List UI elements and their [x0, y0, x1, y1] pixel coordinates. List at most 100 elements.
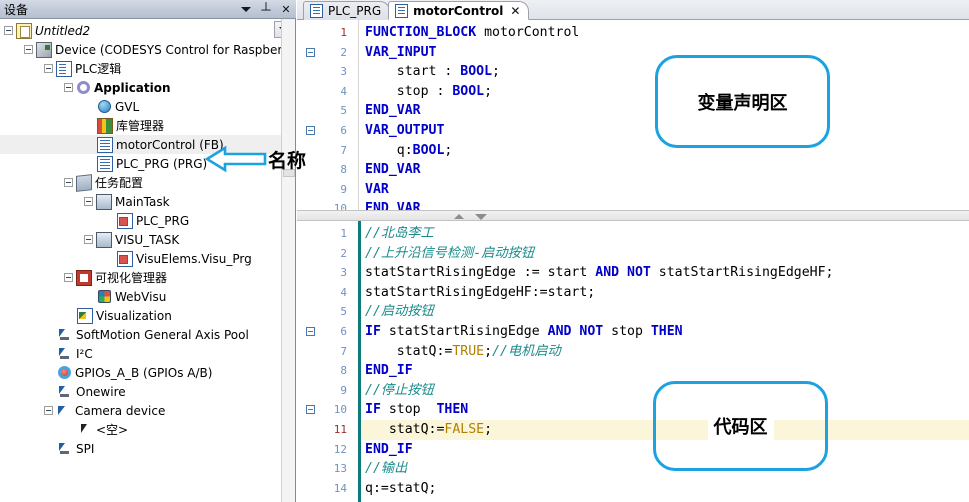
- implementation-gutter[interactable]: 1 2 3 4 5 6 7 8 9 10 11 12 13 14: [297, 221, 359, 502]
- code-token: BOOL: [412, 142, 445, 158]
- callout-declaration-label: 变量声明区: [691, 87, 794, 116]
- code-token: statQ:=: [365, 343, 453, 359]
- line-number: 4: [340, 84, 347, 98]
- tree-item-22[interactable]: SPI: [0, 439, 281, 458]
- line-number: 9: [340, 383, 347, 397]
- tree-expander-icon[interactable]: [4, 26, 13, 35]
- tree-expander-icon[interactable]: [44, 64, 53, 73]
- tree-item-10[interactable]: PLC_PRG: [0, 211, 281, 230]
- tree-item-17[interactable]: I²C: [0, 344, 281, 363]
- code-token: //上升沿信号检测-启动按钮: [365, 245, 534, 261]
- tree-expander-icon[interactable]: [64, 273, 73, 282]
- tree-item-label: Application: [94, 80, 171, 95]
- axis-pool-icon: [57, 384, 73, 400]
- code-line: start : BOOL;: [365, 62, 500, 82]
- program-icon: [97, 155, 113, 172]
- code-line: statStartRisingEdgeHF:=start;: [365, 283, 595, 303]
- tree-item-13[interactable]: 可视化管理器: [0, 268, 281, 287]
- callout-code-label: 代码区: [707, 412, 774, 440]
- code-fold-toggle[interactable]: [306, 327, 315, 336]
- code-line: VAR_OUTPUT: [365, 121, 444, 141]
- code-token: END_VAR: [365, 162, 421, 178]
- device-panel-title: 设备: [4, 2, 29, 17]
- pin-icon[interactable]: ┴: [256, 1, 276, 18]
- dropdown-icon[interactable]: [236, 1, 256, 18]
- code-token: VAR_OUTPUT: [365, 123, 445, 138]
- code-token: IF: [365, 402, 389, 418]
- arrow-annotation-label: 名称: [268, 150, 307, 172]
- tree-item-2[interactable]: PLC逻辑: [0, 59, 281, 78]
- line-number: 12: [333, 442, 347, 456]
- tree-item-5[interactable]: 库管理器: [0, 116, 281, 135]
- code-fold-toggle[interactable]: [306, 405, 315, 415]
- task-icon: [96, 193, 112, 210]
- tree-item-11[interactable]: VISU_TASK: [0, 230, 281, 249]
- tree-item-label: 库管理器: [116, 119, 165, 133]
- code-line: END_IF: [365, 361, 413, 381]
- code-token: AND NOT: [595, 265, 659, 281]
- task-configuration-icon: [76, 173, 92, 192]
- splitter-down-icon[interactable]: [475, 214, 487, 220]
- declaration-editor[interactable]: 1 2 3 4 5 6 7 8 9 10 FUNCTION_BLOCK motorControl V…: [297, 20, 969, 210]
- code-line: //停止按钮: [365, 381, 434, 401]
- tree-expander-icon[interactable]: [44, 406, 53, 415]
- tree-item-21[interactable]: <空>: [0, 420, 281, 439]
- line-number: 10: [333, 202, 347, 210]
- tree-item-8[interactable]: 任务配置: [0, 173, 281, 192]
- tree-expander-icon[interactable]: [64, 83, 73, 92]
- code-fold-toggle[interactable]: [306, 47, 315, 57]
- device-tree[interactable]: Untitled2 Device (CODESYS Control for Ras…: [0, 19, 281, 502]
- code-token: END_IF: [365, 363, 413, 379]
- tree-item-9[interactable]: MainTask: [0, 192, 281, 211]
- code-line: IF statStartRisingEdge AND NOT stop THEN: [365, 322, 683, 342]
- tree-item-label: PLC_PRG (PRG): [116, 156, 208, 171]
- code-token: BOOL: [452, 83, 485, 99]
- tree-item-14[interactable]: WebVisu: [0, 287, 281, 306]
- code-token: AND NOT: [547, 324, 612, 339]
- empty-slot-icon: [77, 422, 93, 438]
- tree-item-label: VISU_TASK: [115, 232, 180, 247]
- close-icon[interactable]: ✕: [276, 1, 296, 18]
- tab-close-icon[interactable]: ✕: [510, 4, 520, 18]
- tree-item-16[interactable]: SoftMotion General Axis Pool: [0, 325, 281, 344]
- code-line: statStartRisingEdge := start AND NOT sta…: [365, 263, 833, 283]
- tree-item-12[interactable]: VisuElems.Visu_Prg: [0, 249, 281, 268]
- tree-expander-icon[interactable]: [24, 45, 33, 54]
- code-token: ;: [484, 83, 493, 99]
- application-icon: [77, 81, 90, 94]
- code-token: VAR: [365, 181, 389, 197]
- code-fold-toggle[interactable]: [306, 126, 315, 135]
- tree-item-label: <空>: [96, 423, 129, 437]
- tree-expander-icon[interactable]: [84, 235, 93, 244]
- tree-expander-icon[interactable]: [64, 178, 73, 187]
- tree-item-label: Camera device: [75, 403, 166, 418]
- tree-item-3[interactable]: Application: [0, 78, 281, 97]
- code-token: VAR_INPUT: [365, 44, 437, 60]
- code-token: statQ:=: [365, 422, 445, 437]
- tree-item-19[interactable]: Onewire: [0, 382, 281, 401]
- tree-item-4[interactable]: GVL: [0, 97, 281, 116]
- tree-item-20[interactable]: Camera device: [0, 401, 281, 420]
- tree-item-15[interactable]: Visualization: [0, 306, 281, 325]
- implementation-editor[interactable]: 1 2 3 4 5 6 7 8 9 10 11 12 13 14 //北岛李工//上升沿信号检测-启动按钮…: [297, 221, 969, 502]
- device-tree-scrollbar[interactable]: [281, 19, 295, 502]
- line-number: 13: [333, 462, 347, 476]
- line-number: 2: [340, 246, 347, 260]
- code-line: statQ:=FALSE;: [365, 420, 492, 440]
- tree-item-label: 任务配置: [95, 176, 144, 190]
- tree-item-0[interactable]: Untitled2: [0, 21, 281, 40]
- tab-motorcontrol[interactable]: motorControl ✕: [388, 1, 530, 20]
- callout-code-area: 代码区: [653, 381, 828, 471]
- code-token: FUNCTION_BLOCK: [365, 25, 485, 40]
- declaration-gutter[interactable]: 1 2 3 4 5 6 7 8 9 10: [297, 20, 359, 210]
- tree-item-1[interactable]: Device (CODESYS Control for Raspberry Pi…: [0, 40, 281, 59]
- code-token: stop: [388, 402, 437, 418]
- editor-splitter[interactable]: [297, 210, 969, 221]
- line-number: 8: [340, 364, 347, 378]
- tree-item-18[interactable]: GPIOs_A_B (GPIOs A/B): [0, 363, 281, 382]
- tab-plc_prg[interactable]: PLC_PRG: [303, 1, 391, 20]
- splitter-up-icon[interactable]: [454, 214, 464, 219]
- tree-expander-icon[interactable]: [84, 197, 93, 206]
- tab-label: motorControl: [413, 3, 504, 18]
- code-line: statQ:=TRUE;//电机启动: [365, 342, 561, 362]
